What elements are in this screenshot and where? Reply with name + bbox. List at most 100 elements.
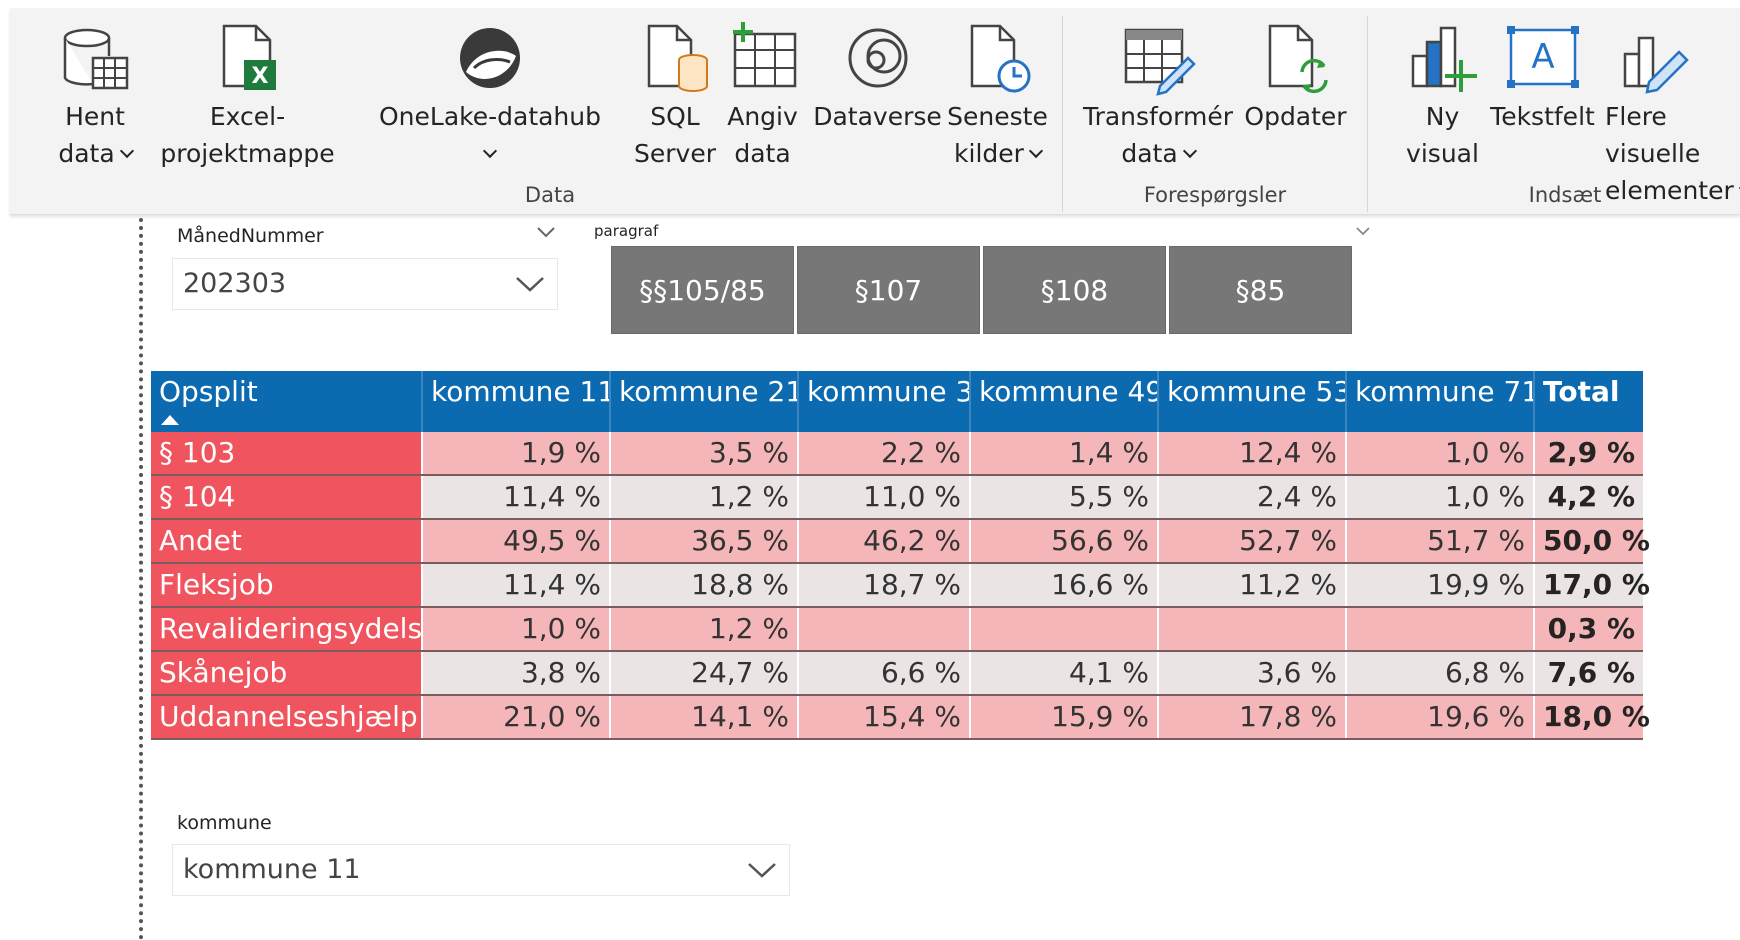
table-cell[interactable]: 1,0 % bbox=[1347, 476, 1535, 518]
transform-data-button[interactable]: Transformér data bbox=[1078, 8, 1238, 178]
paragraph-button[interactable]: §107 bbox=[797, 246, 980, 334]
column-header[interactable]: kommune 3 bbox=[799, 371, 971, 432]
excel-workbook-button[interactable]: X Excel-projektmappe bbox=[135, 8, 360, 178]
table-cell[interactable]: 1,0 % bbox=[1347, 432, 1535, 474]
table-row: Fleksjob 11,4 % 18,8 % 18,7 % 16,6 % 11,2 % 19… bbox=[151, 564, 1650, 608]
dataverse-icon bbox=[848, 28, 907, 88]
ribbon-toolbar: Hent data X Excel-projektmappe OneLake-d… bbox=[10, 8, 1740, 215]
table-cell[interactable]: 51,7 % bbox=[1347, 520, 1535, 562]
table-cell[interactable]: 18,8 % bbox=[611, 564, 799, 606]
table-cell[interactable]: 1,2 % bbox=[611, 608, 799, 650]
chevron-down-icon[interactable] bbox=[536, 226, 556, 238]
paragraph-button[interactable]: §85 bbox=[1169, 246, 1352, 334]
chevron-down-icon bbox=[482, 143, 498, 159]
table-cell[interactable]: 56,6 % bbox=[971, 520, 1159, 562]
column-header-opsplit[interactable]: Opsplit bbox=[151, 371, 423, 432]
row-header[interactable]: Uddannelseshjælp bbox=[151, 696, 423, 738]
row-header[interactable]: Skånejob bbox=[151, 652, 423, 694]
row-header[interactable]: § 104 bbox=[151, 476, 423, 518]
table-cell[interactable]: 3,8 % bbox=[423, 652, 611, 694]
total-cell[interactable]: 2,9 % bbox=[1535, 432, 1643, 474]
total-cell[interactable]: 50,0 % bbox=[1535, 520, 1650, 562]
chevron-down-icon[interactable] bbox=[1355, 226, 1371, 236]
table-cell[interactable]: 1,4 % bbox=[971, 432, 1159, 474]
paragraph-button[interactable]: §§105/85 bbox=[611, 246, 794, 334]
chevron-down-icon bbox=[748, 863, 776, 878]
sql-server-button[interactable]: SQL Server bbox=[620, 8, 730, 178]
table-cell[interactable]: 17,8 % bbox=[1159, 696, 1347, 738]
column-header[interactable]: kommune 71 bbox=[1347, 371, 1535, 432]
excel-workbook-label: Excel-projektmappe bbox=[160, 102, 335, 168]
table-cell[interactable]: 12,4 % bbox=[1159, 432, 1347, 474]
column-header[interactable]: kommune 21 bbox=[611, 371, 799, 432]
table-cell[interactable]: 24,7 % bbox=[611, 652, 799, 694]
table-cell[interactable]: 1,2 % bbox=[611, 476, 799, 518]
month-dropdown[interactable]: 202303 bbox=[172, 258, 558, 310]
row-header[interactable]: Fleksjob bbox=[151, 564, 423, 606]
table-cell[interactable]: 15,9 % bbox=[971, 696, 1159, 738]
enter-data-button[interactable]: Angiv data bbox=[715, 8, 810, 178]
table-cell[interactable]: 11,2 % bbox=[1159, 564, 1347, 606]
recent-sources-button[interactable]: Seneste kilder bbox=[945, 8, 1050, 178]
group-separator bbox=[1062, 16, 1063, 212]
table-cell[interactable]: 18,7 % bbox=[799, 564, 971, 606]
total-cell[interactable]: 18,0 % bbox=[1535, 696, 1650, 738]
column-header-label: Opsplit bbox=[159, 375, 258, 408]
table-cell[interactable]: 2,2 % bbox=[799, 432, 971, 474]
new-visual-button[interactable]: Ny visual bbox=[1390, 8, 1495, 178]
table-cell[interactable]: 1,0 % bbox=[423, 608, 611, 650]
total-cell[interactable]: 17,0 % bbox=[1535, 564, 1650, 606]
row-header[interactable]: Andet bbox=[151, 520, 423, 562]
table-cell[interactable]: 19,6 % bbox=[1347, 696, 1535, 738]
total-cell[interactable]: 4,2 % bbox=[1535, 476, 1643, 518]
column-header[interactable]: kommune 49 bbox=[971, 371, 1159, 432]
column-header-total[interactable]: Total bbox=[1535, 371, 1643, 432]
matrix-table: Opsplit kommune 11 kommune 21 kommune 3 … bbox=[151, 371, 1650, 740]
dataverse-button[interactable]: Dataverse bbox=[810, 8, 945, 178]
table-cell[interactable]: 1,9 % bbox=[423, 432, 611, 474]
onelake-datahub-button[interactable]: OneLake-datahub bbox=[360, 8, 620, 178]
table-cell[interactable]: 6,8 % bbox=[1347, 652, 1535, 694]
table-cell[interactable]: 16,6 % bbox=[971, 564, 1159, 606]
group-separator bbox=[1367, 16, 1368, 212]
row-header[interactable]: Revalideringsydelse bbox=[151, 608, 439, 650]
table-cell[interactable] bbox=[799, 608, 971, 650]
paragraph-button[interactable]: §108 bbox=[983, 246, 1166, 334]
table-cell[interactable]: 11,4 % bbox=[423, 564, 611, 606]
group-label-queries: Forespørgsler bbox=[1143, 183, 1287, 207]
table-cell[interactable]: 46,2 % bbox=[799, 520, 971, 562]
table-cell[interactable]: 11,4 % bbox=[423, 476, 611, 518]
page-boundary-dotted-line bbox=[139, 218, 143, 940]
table-cell[interactable]: 6,6 % bbox=[799, 652, 971, 694]
table-cell[interactable] bbox=[1347, 608, 1535, 650]
table-cell[interactable] bbox=[971, 608, 1159, 650]
svg-text:A: A bbox=[1531, 37, 1554, 77]
table-cell[interactable]: 36,5 % bbox=[611, 520, 799, 562]
column-header[interactable]: kommune 53 bbox=[1159, 371, 1347, 432]
sql-server-label: SQL Server bbox=[634, 102, 716, 168]
table-cell[interactable]: 2,4 % bbox=[1159, 476, 1347, 518]
table-cell[interactable]: 3,6 % bbox=[1159, 652, 1347, 694]
refresh-button[interactable]: Opdater bbox=[1238, 8, 1353, 178]
table-cell[interactable]: 21,0 % bbox=[423, 696, 611, 738]
table-cell[interactable]: 49,5 % bbox=[423, 520, 611, 562]
total-cell[interactable]: 0,3 % bbox=[1535, 608, 1643, 650]
chevron-down-icon bbox=[119, 143, 134, 159]
table-cell[interactable] bbox=[1159, 608, 1347, 650]
total-cell[interactable]: 7,6 % bbox=[1535, 652, 1643, 694]
table-cell[interactable]: 3,5 % bbox=[611, 432, 799, 474]
table-cell[interactable]: 15,4 % bbox=[799, 696, 971, 738]
row-header[interactable]: § 103 bbox=[151, 432, 423, 474]
table-cell[interactable]: 52,7 % bbox=[1159, 520, 1347, 562]
column-header[interactable]: kommune 11 bbox=[423, 371, 611, 432]
table-cell[interactable]: 14,1 % bbox=[611, 696, 799, 738]
table-cell[interactable]: 5,5 % bbox=[971, 476, 1159, 518]
table-cell[interactable]: 19,9 % bbox=[1347, 564, 1535, 606]
get-data-button[interactable]: Hent data bbox=[40, 8, 150, 178]
textbox-button[interactable]: A Tekstfelt bbox=[1490, 8, 1595, 178]
more-visuals-button[interactable]: Flere visuelle elementer bbox=[1595, 8, 1740, 205]
municipality-dropdown-value: kommune 11 bbox=[183, 854, 361, 885]
table-cell[interactable]: 4,1 % bbox=[971, 652, 1159, 694]
municipality-dropdown[interactable]: kommune 11 bbox=[172, 844, 790, 896]
table-cell[interactable]: 11,0 % bbox=[799, 476, 971, 518]
